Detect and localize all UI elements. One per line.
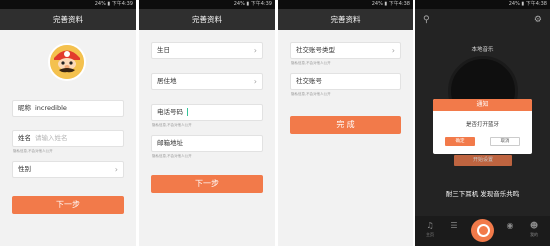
name-hint: 隐私信息,不会对他人公开 bbox=[13, 149, 53, 153]
nickname-value: incredible bbox=[35, 104, 67, 112]
chevron-right-icon: › bbox=[253, 46, 257, 55]
phone-label: 电话号码 bbox=[157, 108, 183, 116]
chevron-right-icon: › bbox=[114, 165, 118, 174]
chevron-right-icon: › bbox=[391, 46, 395, 55]
email-field[interactable]: 邮箱地址 bbox=[151, 135, 263, 152]
dialog-ok-button[interactable]: 确定 bbox=[445, 137, 475, 146]
user-icon: ☻ bbox=[529, 221, 539, 230]
profile-step2-screen: 24% ▮ 下午4:39 完善资料 生日 › 居住地 › 电话号码 隐私信息,不… bbox=[139, 0, 275, 246]
name-placeholder: 请输入姓名 bbox=[35, 134, 68, 142]
gender-field[interactable]: 性别 › bbox=[12, 161, 124, 178]
status-bar: 24% ▮ 下午4:38 bbox=[415, 0, 550, 9]
nickname-field[interactable]: 昵称 incredible bbox=[12, 100, 124, 117]
avatar[interactable] bbox=[48, 43, 86, 81]
social-type-label: 社交账号类型 bbox=[296, 46, 335, 54]
name-label: 姓名 bbox=[18, 134, 31, 142]
birthday-label: 生日 bbox=[157, 46, 170, 54]
status-bar: 24% ▮ 下午4:39 bbox=[0, 0, 136, 9]
status-bar-right: 24% ▮ 下午4:38 bbox=[371, 1, 410, 7]
phone-hint: 隐私信息,不会对他人公开 bbox=[152, 123, 192, 127]
dialog-title: 通知 bbox=[433, 99, 532, 111]
social-account-label: 社交账号 bbox=[296, 77, 322, 85]
phone-field[interactable]: 电话号码 bbox=[151, 104, 263, 121]
social-type-field[interactable]: 社交账号类型 › bbox=[290, 42, 401, 59]
status-bar-right: 24% ▮ 下午4:39 bbox=[233, 1, 272, 7]
nav-mine[interactable]: ☻ 我的 bbox=[523, 216, 545, 238]
next-button[interactable]: 下一步 bbox=[12, 196, 124, 214]
gear-icon[interactable]: ⚙ bbox=[534, 15, 542, 25]
status-bar: 24% ▮ 下午4:38 bbox=[278, 0, 413, 9]
dialog-cancel-button[interactable]: 取消 bbox=[490, 137, 520, 146]
residence-field[interactable]: 居住地 › bbox=[151, 73, 263, 90]
email-label: 邮箱地址 bbox=[157, 139, 183, 147]
page-title: 完善资料 bbox=[0, 9, 136, 30]
birthday-field[interactable]: 生日 › bbox=[151, 42, 263, 59]
nav-mine-label: 我的 bbox=[530, 232, 538, 237]
bluetooth-dialog: 通知 是否打开蓝牙 确定 取消 bbox=[433, 99, 532, 154]
nav-list[interactable]: ☰ bbox=[443, 216, 465, 232]
nav-home-label: 主页 bbox=[426, 232, 434, 237]
status-bar: 24% ▮ 下午4:39 bbox=[139, 0, 275, 9]
page-title: 完善资料 bbox=[278, 9, 413, 30]
social-account-field[interactable]: 社交账号 bbox=[290, 73, 401, 90]
nav-disc[interactable]: ◉ bbox=[499, 216, 521, 232]
email-hint: 隐私信息,不会对他人公开 bbox=[152, 154, 192, 158]
chevron-right-icon: › bbox=[253, 77, 257, 86]
social-account-hint: 隐私信息,不会对他人公开 bbox=[291, 92, 331, 96]
status-bar-right: 24% ▮ 下午4:39 bbox=[94, 1, 133, 7]
profile-step3-screen: 24% ▮ 下午4:38 完善资料 社交账号类型 › 隐私信息,不会对他人公开 … bbox=[278, 0, 413, 246]
local-music-label[interactable]: 本地音乐 bbox=[415, 45, 550, 53]
nickname-label: 昵称 bbox=[18, 104, 31, 112]
bottom-nav: ♫ 主页 ☰ ◉ ☻ 我的 bbox=[415, 216, 550, 246]
music-home-screen: 24% ▮ 下午4:38 ⚲ ⚙ 本地音乐 开始设置 通知 是否打开蓝牙 确定 … bbox=[415, 0, 550, 246]
status-bar-right: 24% ▮ 下午4:38 bbox=[508, 1, 547, 7]
search-center-button[interactable] bbox=[471, 219, 494, 242]
residence-label: 居住地 bbox=[157, 77, 177, 85]
dialog-message: 是否打开蓝牙 bbox=[465, 122, 499, 128]
gender-label: 性别 bbox=[18, 165, 31, 173]
social-type-hint: 隐私信息,不会对他人公开 bbox=[291, 61, 331, 65]
top-bar: ⚲ ⚙ bbox=[415, 9, 550, 34]
start-settings-button: 开始设置 bbox=[454, 155, 512, 166]
next-button[interactable]: 下一步 bbox=[151, 175, 263, 193]
mario-avatar-icon bbox=[50, 45, 84, 79]
list-icon: ☰ bbox=[450, 221, 458, 230]
text-cursor bbox=[187, 108, 188, 116]
disc-icon: ◉ bbox=[506, 221, 514, 230]
home-icon: ♫ bbox=[426, 221, 434, 230]
name-field[interactable]: 姓名 请输入姓名 bbox=[12, 130, 124, 147]
profile-step1-screen: 24% ▮ 下午4:39 完善资料 昵称 incredible 姓名 请输入姓名 隐… bbox=[0, 0, 136, 246]
tagline: 耐三下耳机 发现音乐共鸣 bbox=[445, 190, 520, 198]
search-icon[interactable]: ⚲ bbox=[423, 15, 430, 25]
page-title: 完善资料 bbox=[139, 9, 275, 30]
nav-home[interactable]: ♫ 主页 bbox=[419, 216, 441, 238]
complete-button[interactable]: 完 成 bbox=[290, 116, 401, 134]
